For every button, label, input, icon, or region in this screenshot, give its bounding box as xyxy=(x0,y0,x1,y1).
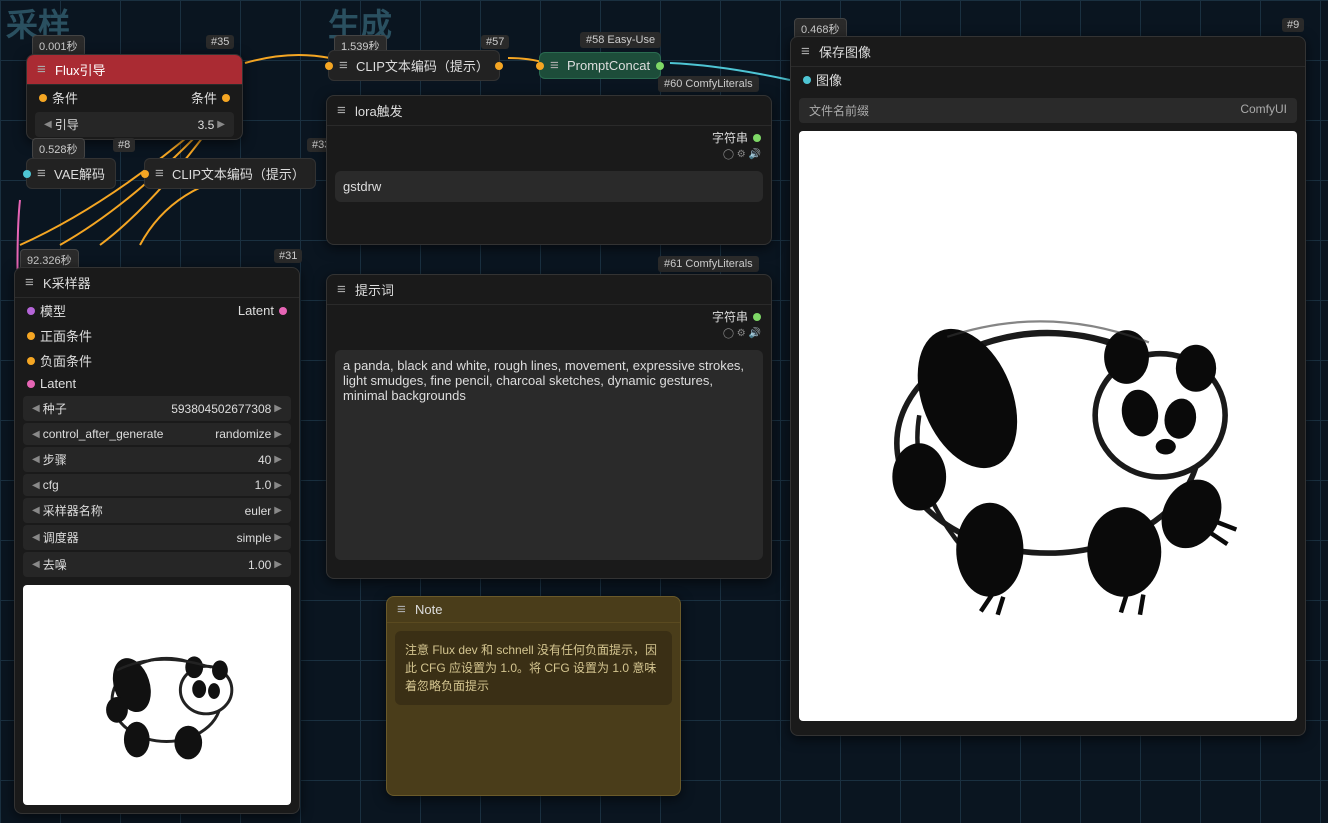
note-node[interactable]: Note 注意 Flux dev 和 schnell 没有任何负面提示，因此 C… xyxy=(386,596,681,796)
prompt-node[interactable]: 提示词 字符串 ◯ ⚙ 🔊 a panda, black and white, … xyxy=(326,274,772,579)
flux-node[interactable]: Flux引导 条件 条件 ◀引导 3.5▶ xyxy=(26,54,243,140)
ksampler-param-5[interactable]: ◀调度器simple▶ xyxy=(23,525,291,550)
note-header[interactable]: Note xyxy=(387,597,680,623)
clip2-node[interactable]: CLIP文本编码（提示） xyxy=(328,50,500,81)
vae-id-badge: #8 xyxy=(113,138,135,152)
lora-node[interactable]: lora触发 字符串 ◯ ⚙ 🔊 gstdrw xyxy=(326,95,772,245)
hamburger-icon xyxy=(37,68,49,71)
flux-title: Flux引导 xyxy=(55,60,106,79)
ksampler-node[interactable]: K采样器 模型 Latent 正面条件 负面条件 Latent ◀种子59380… xyxy=(14,267,300,814)
note-title: Note xyxy=(415,602,442,617)
ksampler-header[interactable]: K采样器 xyxy=(15,268,299,298)
save-header[interactable]: 保存图像 xyxy=(791,37,1305,67)
vae-node[interactable]: VAE解码 xyxy=(26,158,116,189)
lora-header[interactable]: lora触发 xyxy=(327,96,771,126)
save-title: 保存图像 xyxy=(819,42,871,61)
flux-in: 条件 xyxy=(52,88,78,107)
save-image-node[interactable]: 保存图像 图像 文件名前缀 ComfyUI xyxy=(790,36,1306,736)
flux-id-badge: #35 xyxy=(206,35,234,49)
hamburger-icon xyxy=(337,109,349,112)
promptconcat-node[interactable]: PromptConcat xyxy=(539,52,661,79)
vae-title: VAE解码 xyxy=(54,164,105,183)
ksampler-param-2[interactable]: ◀步骤40▶ xyxy=(23,447,291,472)
flux-out: 条件 xyxy=(191,88,217,107)
ksampler-param-1[interactable]: ◀control_after_generaterandomize▶ xyxy=(23,423,291,445)
panda-image-large xyxy=(824,161,1272,692)
hamburger-icon xyxy=(550,64,562,67)
prompt-mini-icons[interactable]: ◯ ⚙ 🔊 xyxy=(327,328,771,342)
prompt-header[interactable]: 提示词 xyxy=(327,275,771,305)
flux-header[interactable]: Flux引导 xyxy=(27,55,242,85)
save-id-badge: #9 xyxy=(1282,18,1304,32)
prompt-text-input[interactable]: a panda, black and white, rough lines, m… xyxy=(335,350,763,560)
lora-source-badge: #60 ComfyLiterals xyxy=(658,76,759,92)
ksampler-param-6[interactable]: ◀去噪1.00▶ xyxy=(23,552,291,577)
hamburger-icon xyxy=(25,281,37,284)
hamburger-icon xyxy=(801,50,813,53)
clip1-title: CLIP文本编码（提示） xyxy=(172,164,305,183)
panda-image-small xyxy=(36,596,277,794)
prompt-title: 提示词 xyxy=(355,280,394,299)
hamburger-icon xyxy=(339,64,351,67)
note-text: 注意 Flux dev 和 schnell 没有任何负面提示，因此 CFG 应设… xyxy=(395,631,672,705)
save-preview xyxy=(799,131,1297,721)
hamburger-icon xyxy=(397,608,409,611)
hamburger-icon xyxy=(155,172,167,175)
flux-param-guide[interactable]: ◀引导 3.5▶ xyxy=(35,112,234,137)
lora-mini-icons[interactable]: ◯ ⚙ 🔊 xyxy=(327,149,771,163)
ksampler-param-4[interactable]: ◀采样器名称euler▶ xyxy=(23,498,291,523)
promptconcat-source-badge: #58 Easy-Use xyxy=(580,32,661,48)
ksampler-param-3[interactable]: ◀cfg1.0▶ xyxy=(23,474,291,496)
save-prefix-field[interactable]: 文件名前缀 ComfyUI xyxy=(799,98,1297,123)
hamburger-icon xyxy=(337,288,349,291)
ksampler-title: K采样器 xyxy=(43,273,91,292)
ksampler-param-0[interactable]: ◀种子593804502677308▶ xyxy=(23,396,291,421)
hamburger-icon xyxy=(37,172,49,175)
vae-timing: 0.528秒 xyxy=(32,138,85,160)
promptconcat-title: PromptConcat xyxy=(567,58,650,73)
lora-text-input[interactable]: gstdrw xyxy=(335,171,763,202)
clip2-title: CLIP文本编码（提示） xyxy=(356,56,489,75)
prompt-source-badge: #61 ComfyLiterals xyxy=(658,256,759,272)
clip1-node[interactable]: CLIP文本编码（提示） xyxy=(144,158,316,189)
ksampler-id-badge: #31 xyxy=(274,249,302,263)
clip2-id-badge: #57 xyxy=(481,35,509,49)
lora-title: lora触发 xyxy=(355,101,403,120)
ksampler-preview xyxy=(23,585,291,805)
